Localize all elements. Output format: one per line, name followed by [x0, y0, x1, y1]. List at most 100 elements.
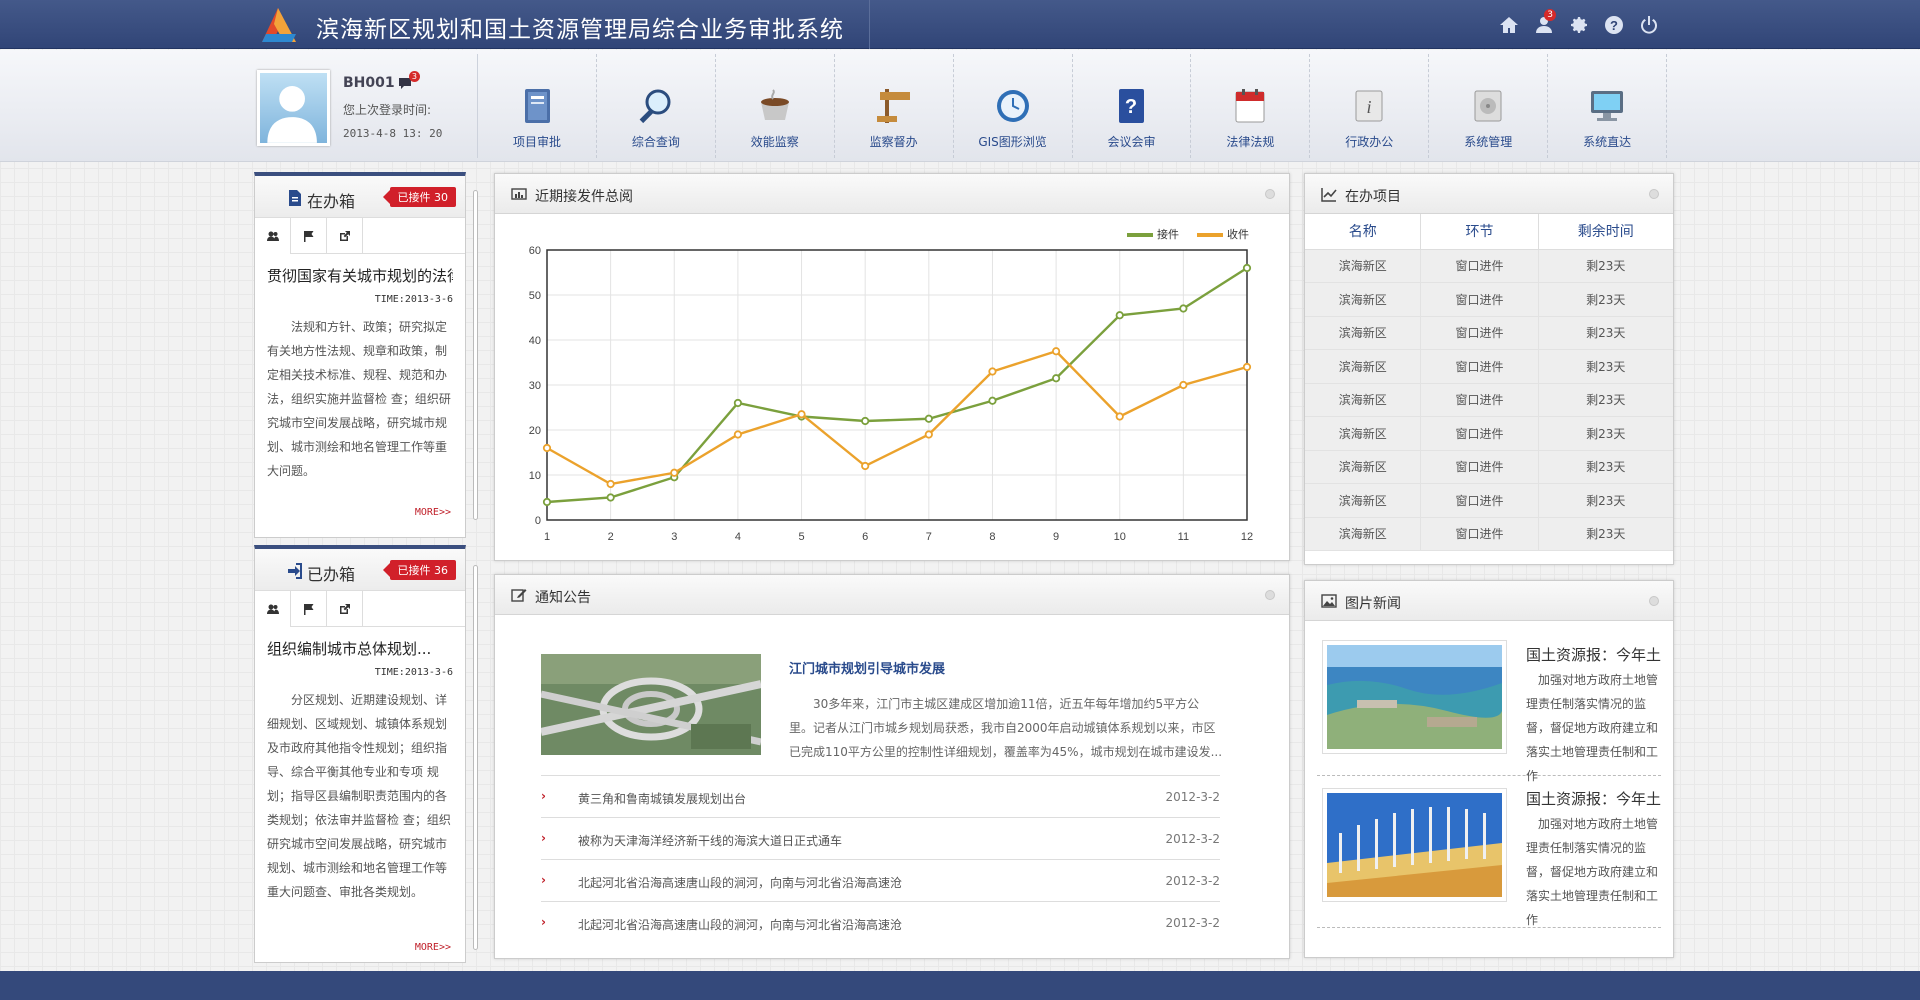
- photo-news-headline[interactable]: 国土资源报：今年土: [1526, 788, 1661, 809]
- title-divider: [869, 0, 870, 49]
- panel-option-icon[interactable]: [1265, 590, 1275, 600]
- nav-label: 项目审批: [512, 135, 561, 149]
- table-row[interactable]: 滨海新区 窗口进件 剩23天: [1305, 282, 1673, 317]
- nav-admin-office[interactable]: i 行政办公: [1310, 54, 1430, 158]
- inbox-panel: 在办箱 已接件 30 贯彻国家有关城市规划的法律 TIME:2013-3-6 法…: [254, 172, 466, 538]
- table-row[interactable]: 滨海新区 窗口进件 剩23天: [1305, 517, 1673, 551]
- tab-external[interactable]: [327, 218, 363, 254]
- nav-label: 效能监察: [750, 135, 799, 149]
- nav-meeting-review[interactable]: ? 会议会审: [1073, 54, 1192, 158]
- book-icon: [524, 89, 550, 123]
- gear-icon[interactable]: [1567, 14, 1591, 36]
- panel-option-icon[interactable]: [1649, 189, 1659, 199]
- photo-news-image[interactable]: [1322, 788, 1507, 902]
- bar-chart-icon: [511, 188, 527, 200]
- notice-list-item[interactable]: › 黄三角和鲁南城镇发展规划出台 2012-3-2: [541, 775, 1220, 815]
- done-more-link[interactable]: MORE>>: [415, 942, 451, 953]
- col-header-step[interactable]: 环节: [1420, 214, 1539, 250]
- table-row[interactable]: 滨海新区 窗口进件 剩23天: [1305, 383, 1673, 417]
- done-count-tag[interactable]: 已接件 36: [382, 560, 456, 580]
- cell-remaining: 剩23天: [1538, 450, 1673, 484]
- data-point: [797, 410, 806, 419]
- data-point: [1179, 380, 1188, 390]
- nav-supervision[interactable]: 监察督办: [835, 54, 954, 158]
- avatar-silhouette-icon: [267, 85, 317, 143]
- table-row[interactable]: 滨海新区 窗口进件 剩23天: [1305, 249, 1673, 283]
- tab-flag[interactable]: [291, 591, 327, 627]
- power-icon[interactable]: [1637, 14, 1661, 36]
- question-book-icon: ?: [1119, 89, 1145, 123]
- inbox-count-tag[interactable]: 已接件 30: [382, 187, 456, 207]
- help-icon[interactable]: ?: [1602, 14, 1626, 36]
- nav-label: 系统直达: [1583, 135, 1632, 149]
- x-tick-label: 2: [608, 531, 614, 543]
- message-icon[interactable]: 3: [398, 71, 420, 91]
- table-row[interactable]: 滨海新区 窗口进件 剩23天: [1305, 416, 1673, 451]
- avatar[interactable]: [257, 70, 330, 146]
- notice-item-text: 被称为天津海洋经济新干线的海滨大道日正式通车: [578, 834, 843, 848]
- panel-option-icon[interactable]: [1265, 189, 1275, 199]
- col-header-remaining[interactable]: 剩余时间: [1538, 214, 1673, 250]
- inbox-more-link[interactable]: MORE>>: [415, 507, 451, 518]
- inbox-scrollbar[interactable]: [473, 190, 478, 520]
- data-point: [1115, 412, 1124, 421]
- line-chart: 01020304050601 2 3 4 5 6 7 8 9 10 11 12: [529, 245, 1253, 543]
- cell-name: 滨海新区: [1305, 383, 1422, 417]
- photo-news-text: 加强对地方政府土地管理责任制落实情况的监督，督促地方政府建立和落实土地管理责任制…: [1526, 673, 1659, 783]
- done-item-text: 分区规划、近期建设规划、详细规划、区域规划、城镇体系规划及市政府其他指令性规划；…: [267, 693, 451, 899]
- notice-item-date: 2012-3-2: [1165, 832, 1220, 846]
- done-panel: 已办箱 已接件 36 组织编制城市总体规划... TIME:2013-3-6 分…: [254, 545, 466, 963]
- y-tick-label: 30: [529, 380, 541, 392]
- table-row[interactable]: 滨海新区 窗口进件 剩23天: [1305, 349, 1673, 384]
- tab-flag[interactable]: [291, 218, 327, 254]
- home-icon[interactable]: [1497, 14, 1521, 36]
- chevron-right-icon: ›: [541, 789, 546, 803]
- cell-step: 窗口进件: [1420, 349, 1539, 384]
- notice-list-item[interactable]: › 北起河北省沿海高速唐山段的涧河，向南与河北省沿海高速沧 2012-3-2: [541, 859, 1220, 899]
- tab-users[interactable]: [255, 218, 291, 254]
- panel-option-icon[interactable]: [1649, 596, 1659, 606]
- x-tick-label: 12: [1241, 531, 1253, 543]
- notice-item-date: 2012-3-2: [1165, 790, 1220, 804]
- external-link-icon: [339, 604, 350, 614]
- news-headline[interactable]: 江门城市规划引导城市发展: [789, 658, 945, 677]
- done-scrollbar[interactable]: [473, 565, 478, 950]
- table-row[interactable]: 滨海新区 窗口进件 剩23天: [1305, 483, 1673, 518]
- done-item-title[interactable]: 组织编制城市总体规划...: [267, 638, 453, 659]
- user-group-icon[interactable]: 3: [1532, 9, 1556, 36]
- last-login-label: 您上次登录时间:: [343, 103, 432, 117]
- nav-system-admin[interactable]: 系统管理: [1429, 54, 1549, 158]
- x-tick-label: 6: [862, 531, 868, 543]
- inbox-item-title[interactable]: 贯彻国家有关城市规划的法律: [267, 265, 453, 286]
- top-bar: 滨海新区规划和国土资源管理局综合业务审批系统 3 ?: [0, 0, 1920, 49]
- external-link-icon: [339, 231, 350, 241]
- table-row[interactable]: 滨海新区 窗口进件 剩23天: [1305, 316, 1673, 350]
- projects-panel: 在办项目 名称 环节 剩余时间 滨海新区 窗口进件 剩23天 滨海新区 窗口进件 剩23…: [1304, 173, 1674, 565]
- notice-list-item[interactable]: › 北起河北省沿海高速唐山段的涧河，向南与河北省沿海高速沧 2012-3-2: [541, 901, 1220, 941]
- nav-gis-browse[interactable]: GIS图形浏览: [954, 54, 1073, 158]
- cell-step: 窗口进件: [1420, 450, 1539, 484]
- cell-step: 窗口进件: [1420, 483, 1539, 518]
- photo-news-headline[interactable]: 国土资源报：今年土: [1526, 644, 1661, 665]
- tab-users[interactable]: [255, 591, 291, 627]
- nav-efficiency-monitor[interactable]: 效能监察: [716, 54, 835, 158]
- photo-news-text: 加强对地方政府土地管理责任制落实情况的监督，督促地方政府建立和落实土地管理责任制…: [1526, 817, 1659, 927]
- magnifier-icon: [639, 89, 671, 124]
- nav-comprehensive-query[interactable]: 综合查询: [597, 54, 716, 158]
- table-row[interactable]: 滨海新区 窗口进件 剩23天: [1305, 450, 1673, 484]
- nav-system-direct[interactable]: 系统直达: [1548, 54, 1668, 158]
- nav-laws[interactable]: 法律法规: [1191, 54, 1311, 158]
- footer-bar: [0, 971, 1920, 1000]
- notice-item-date: 2012-3-2: [1165, 874, 1220, 888]
- nav-project-approval[interactable]: 项目审批: [478, 54, 597, 158]
- photo-news-image[interactable]: [1322, 640, 1507, 754]
- notice-list-item[interactable]: › 被称为天津海洋经济新干线的海滨大道日正式通车 2012-3-2: [541, 817, 1220, 857]
- done-item-time: TIME:2013-3-6: [374, 667, 453, 678]
- notice-panel-title: 通知公告: [535, 590, 591, 606]
- col-header-name[interactable]: 名称: [1305, 214, 1422, 250]
- cell-remaining: 剩23天: [1538, 383, 1673, 417]
- cell-name: 滨海新区: [1305, 517, 1422, 551]
- tab-external[interactable]: [327, 591, 363, 627]
- svg-text:?: ?: [1610, 18, 1618, 33]
- news-image[interactable]: [541, 654, 761, 755]
